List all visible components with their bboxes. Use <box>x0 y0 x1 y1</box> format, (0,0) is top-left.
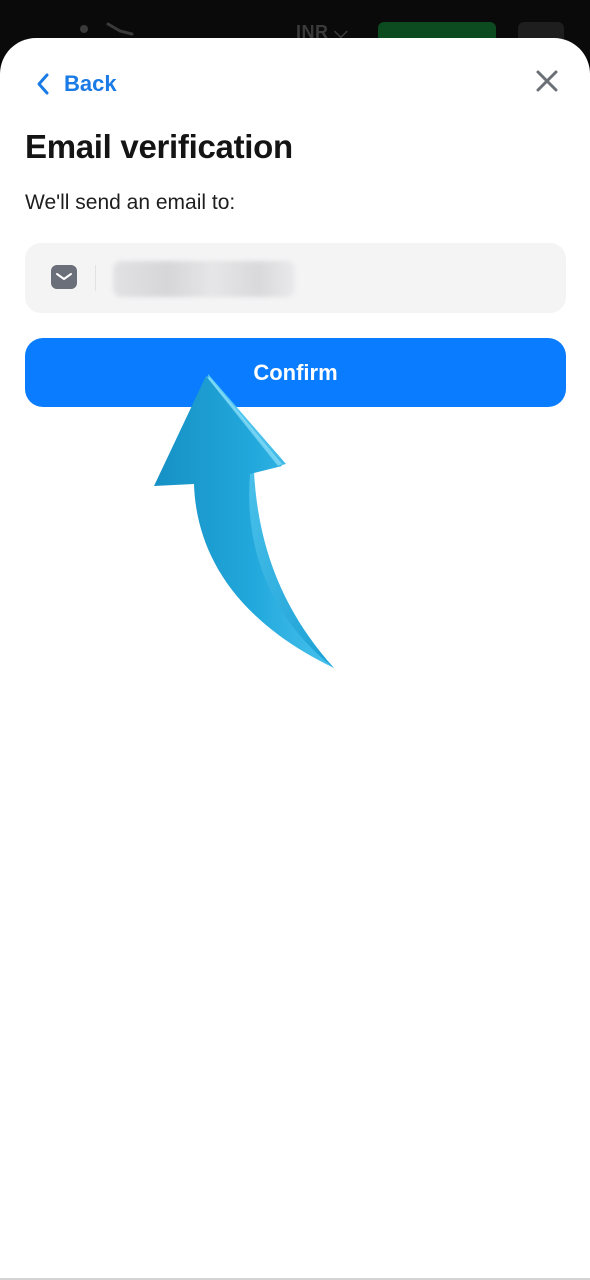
chevron-left-icon <box>37 73 49 95</box>
email-field[interactable]: •••••••••••••• <box>25 243 566 313</box>
page-title: Email verification <box>25 128 293 165</box>
background-logo-icon <box>106 22 134 36</box>
email-value: •••••••••••••• <box>113 261 295 297</box>
email-verification-sheet: Back Email verification We'll send an em… <box>0 38 590 1280</box>
back-label: Back <box>64 71 117 96</box>
subtitle-text: We'll send an email to: <box>25 191 236 214</box>
field-divider <box>95 265 96 291</box>
close-button[interactable] <box>534 68 560 94</box>
background-dot <box>80 25 88 33</box>
mail-icon <box>51 265 77 289</box>
back-button[interactable]: Back <box>36 68 117 100</box>
curved-arrow-up-icon <box>154 374 334 668</box>
close-icon <box>536 70 558 92</box>
